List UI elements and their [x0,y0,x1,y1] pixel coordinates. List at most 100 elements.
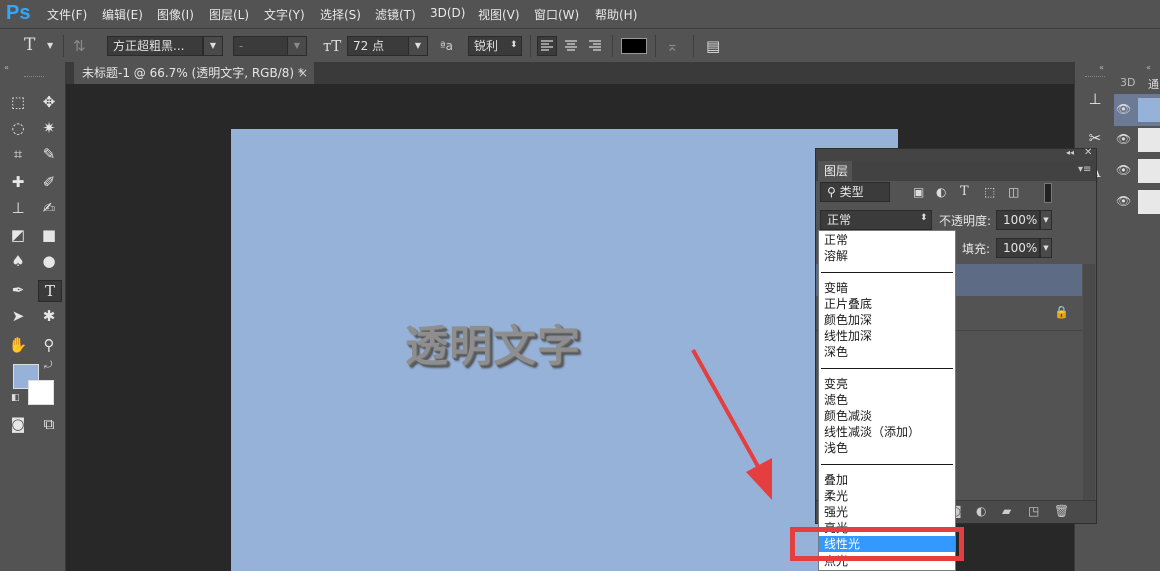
history-brush-tool-icon[interactable]: ✍ [38,198,60,218]
zoom-tool-icon[interactable]: ⚲ [38,335,60,355]
quick-mask-icon[interactable]: ◙ [7,414,29,434]
menu-window[interactable]: 窗口(W) [534,6,579,23]
background-color-swatch[interactable] [28,380,54,405]
tab-channels[interactable]: 通 [1148,76,1159,92]
canvas-text-layer[interactable]: 透明文字 [405,312,581,374]
menu-type[interactable]: 文字(Y) [264,6,305,23]
tab-layers[interactable]: 图层 [818,161,852,181]
blend-option-darker-color[interactable]: 深色 [819,344,955,360]
delete-layer-icon[interactable]: 🗑 [1054,504,1069,518]
type-filter-icon[interactable]: T [960,184,969,199]
blend-option-dissolve[interactable]: 溶解 [819,248,955,264]
lasso-tool-icon[interactable]: ◌ [7,118,29,138]
menu-select[interactable]: 选择(S) [320,6,361,23]
pen-tool-icon[interactable]: ✒ [7,280,29,300]
collapse-icon[interactable]: « [4,63,9,72]
marquee-tool-icon[interactable]: ⬚ [7,92,29,112]
blend-option-soft-light[interactable]: 柔光 [819,488,955,504]
adjustment-filter-icon[interactable]: ◐ [936,185,946,199]
fill-input[interactable]: 100% [996,238,1040,258]
brush-tool-icon[interactable]: ✐ [38,172,60,192]
pixel-filter-icon[interactable]: ▣ [913,185,924,199]
warp-text-icon[interactable]: ⌅ [666,37,679,55]
document-tab[interactable]: 未标题-1 @ 66.7% (透明文字, RGB/8) * × [74,62,314,84]
eraser-tool-icon[interactable]: ◩ [7,225,29,245]
visibility-eye-icon[interactable]: 👁 [1116,102,1131,116]
text-color-swatch[interactable] [621,38,647,54]
visibility-eye-icon[interactable]: 👁 [1116,163,1131,177]
eyedropper-tool-icon[interactable]: ✎ [38,144,60,164]
font-family-select[interactable]: 方正超粗黑... [107,36,203,56]
tool-presets-panel-icon[interactable]: ✂ [1084,128,1106,148]
font-style-select[interactable]: - [233,36,288,56]
filter-toggle-switch[interactable] [1044,183,1052,203]
character-panel-icon[interactable]: ▤ [706,37,720,55]
blend-mode-select[interactable]: 正常 [820,210,932,230]
panel-menu-icon[interactable]: ▾≡ [1078,164,1091,175]
menu-image[interactable]: 图像(I) [157,6,194,23]
font-size-input[interactable]: 72 点 [347,36,409,56]
layer-filter-select[interactable]: ⚲ 类型 [820,182,890,202]
menu-layer[interactable]: 图层(L) [209,6,249,23]
blend-option-linear-dodge[interactable]: 线性减淡（添加） [819,424,955,440]
font-style-arrow-icon[interactable]: ▼ [287,36,307,56]
move-tool-icon[interactable]: ✥ [38,92,60,112]
blend-option-overlay[interactable]: 叠加 [819,472,955,488]
blend-option-darken[interactable]: 变暗 [819,280,955,296]
dodge-tool-icon[interactable]: ● [38,251,60,271]
blend-option-normal[interactable]: 正常 [819,232,955,248]
menu-edit[interactable]: 编辑(E) [102,6,143,23]
gradient-tool-icon[interactable]: ■ [38,225,60,245]
new-group-icon[interactable]: ▰ [1002,504,1011,518]
smart-object-filter-icon[interactable]: ◫ [1008,185,1019,199]
healing-brush-tool-icon[interactable]: ✚ [7,172,29,192]
close-icon[interactable]: ✕ [1084,147,1092,158]
type-tool-icon[interactable]: T [24,35,35,55]
expand-icon[interactable]: « [1146,63,1151,72]
orientation-toggle-icon[interactable]: ⇅ [73,37,86,55]
expand-icon[interactable]: « [1099,63,1104,72]
font-size-arrow-icon[interactable]: ▼ [408,36,428,56]
blend-option-color-dodge[interactable]: 颜色减淡 [819,408,955,424]
blend-option-hard-light[interactable]: 强光 [819,504,955,520]
opacity-arrow-icon[interactable]: ▼ [1040,210,1052,230]
blur-tool-icon[interactable]: ♠ [7,251,29,271]
blend-option-lighten[interactable]: 变亮 [819,376,955,392]
align-right-button[interactable] [586,37,604,55]
blend-option-lighter-color[interactable]: 浅色 [819,440,955,456]
opacity-input[interactable]: 100% [996,210,1040,230]
align-center-button[interactable] [562,37,580,55]
adjustment-layer-icon[interactable]: ◐ [976,504,986,518]
type-tool-icon[interactable]: T [38,280,62,302]
history-panel-icon[interactable]: ⊥ [1084,89,1106,109]
menu-view[interactable]: 视图(V) [478,6,520,23]
tool-preset-arrow-icon[interactable]: ▼ [47,41,53,50]
path-selection-tool-icon[interactable]: ➤ [7,306,29,326]
menu-filter[interactable]: 滤镜(T) [375,6,416,23]
blend-option-screen[interactable]: 滤色 [819,392,955,408]
menu-help[interactable]: 帮助(H) [595,6,637,23]
magic-wand-tool-icon[interactable]: ✷ [38,118,60,138]
default-colors-icon[interactable]: ◧ [11,393,20,403]
new-layer-icon[interactable]: ◳ [1028,504,1039,518]
custom-shape-tool-icon[interactable]: ✱ [38,306,60,326]
swap-colors-icon[interactable]: ⤾ [44,360,52,371]
align-left-button[interactable] [537,36,557,56]
crop-tool-icon[interactable]: ⌗ [7,144,29,164]
hand-tool-icon[interactable]: ✋ [7,335,29,355]
tab-3d[interactable]: 3D [1120,76,1135,89]
layers-scrollbar[interactable] [1083,264,1095,500]
font-family-arrow-icon[interactable]: ▼ [203,36,223,56]
blend-option-color-burn[interactable]: 颜色加深 [819,312,955,328]
screen-mode-icon[interactable]: ⧉ [38,414,60,434]
clone-stamp-tool-icon[interactable]: ⊥ [7,198,29,218]
blend-option-linear-burn[interactable]: 线性加深 [819,328,955,344]
shape-filter-icon[interactable]: ⬚ [984,185,995,199]
blend-option-multiply[interactable]: 正片叠底 [819,296,955,312]
close-tab-icon[interactable]: × [298,62,308,84]
collapse-icon[interactable]: ◂◂ [1066,148,1074,157]
visibility-eye-icon[interactable]: 👁 [1116,132,1131,146]
fill-arrow-icon[interactable]: ▼ [1040,238,1052,258]
menu-file[interactable]: 文件(F) [47,6,87,23]
menu-3d[interactable]: 3D(D) [430,6,465,20]
